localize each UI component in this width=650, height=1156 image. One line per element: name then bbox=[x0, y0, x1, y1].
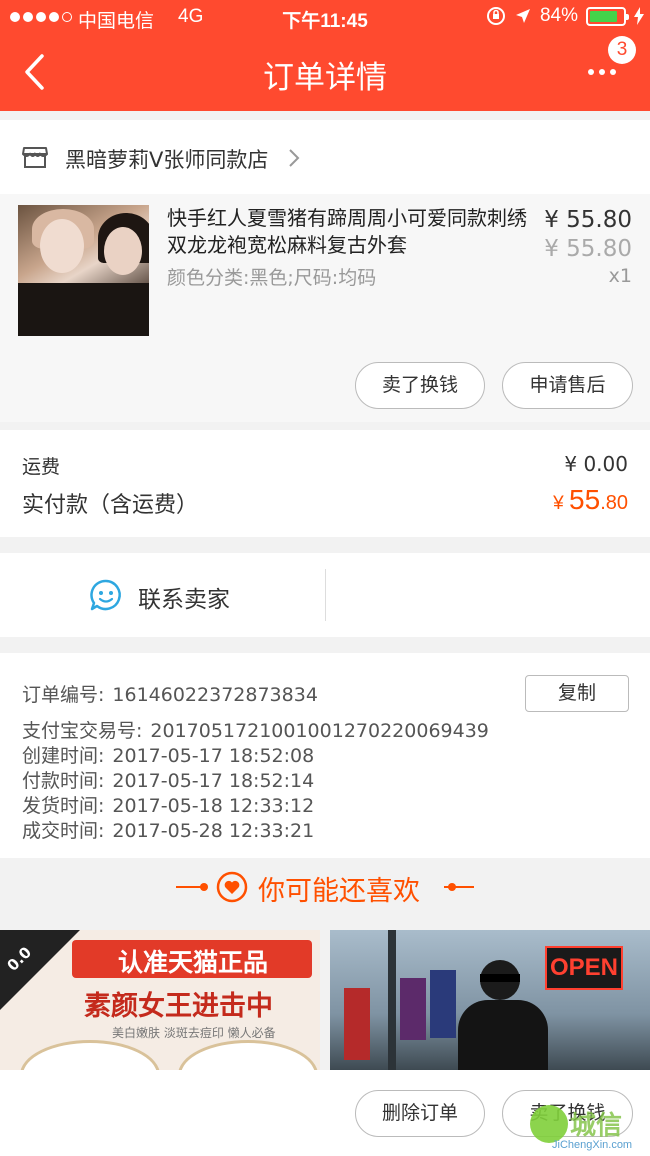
poster-image bbox=[400, 978, 426, 1040]
product-thumbnail[interactable] bbox=[18, 205, 149, 336]
shipped-time-value: 2017-05-18 12:33:12 bbox=[112, 795, 315, 817]
pillar bbox=[388, 930, 396, 1070]
chat-bubble-icon bbox=[90, 579, 121, 611]
product-jar-image bbox=[20, 1040, 160, 1070]
rec1-headline: 素颜女王进击中 bbox=[84, 991, 273, 1022]
rec1-banner-text: 认准天猫正品 bbox=[117, 948, 268, 977]
watermark-text: 城信 bbox=[570, 1111, 623, 1141]
resell-button[interactable]: 卖了换钱 bbox=[355, 362, 485, 409]
paid-label: 实付款（含运费） bbox=[22, 493, 199, 518]
watermark: 城信 JiChengXin.com bbox=[530, 1103, 648, 1153]
product-item[interactable]: 快手红人夏雪猪有蹄周周小可爱同款刺绣双龙龙袍宽松麻料复古外套 颜色分类:黑色;尺… bbox=[0, 194, 650, 422]
poster-image bbox=[430, 970, 456, 1038]
paid-time-value: 2017-05-17 18:52:14 bbox=[112, 770, 315, 792]
product-price: ¥ 55.80 bbox=[544, 207, 632, 233]
divider bbox=[200, 883, 208, 891]
after-sale-button[interactable]: 申请售后 bbox=[502, 362, 633, 409]
page-title: 订单详情 bbox=[263, 60, 387, 96]
completed-time-row: 成交时间: 2017-05-28 12:33:21 bbox=[22, 816, 314, 843]
paid-currency: ¥ bbox=[553, 493, 570, 514]
created-time-label: 创建时间: bbox=[22, 745, 105, 767]
order-number-label: 订单编号: bbox=[22, 684, 105, 706]
contact-seller-button[interactable]: 联系卖家 bbox=[0, 553, 325, 637]
paid-decimal: .80 bbox=[600, 492, 628, 514]
paid-integer: 55 bbox=[569, 484, 601, 515]
poster-image bbox=[344, 988, 370, 1060]
product-original-price: ¥ 55.80 bbox=[544, 236, 632, 262]
product-jar-image bbox=[178, 1040, 318, 1070]
recommend-title: 你可能还喜欢 bbox=[258, 876, 420, 907]
shipping-value: ¥ 0.00 bbox=[564, 452, 628, 476]
top-bar: 中国电信 4G 下午11:45 84% 订单详情 3 bbox=[0, 0, 650, 111]
fee-summary: 运费 ¥ 0.00 实付款（含运费） ¥ 55.80 bbox=[0, 430, 650, 537]
orientation-lock-icon bbox=[486, 7, 505, 25]
model-figure bbox=[458, 1000, 548, 1070]
created-time-row: 创建时间: 2017-05-17 18:52:08 bbox=[22, 741, 314, 768]
shop-row[interactable]: 黑暗萝莉V张师同款店 bbox=[0, 120, 650, 194]
divider bbox=[444, 886, 474, 888]
alipay-trade-label: 支付宝交易号: bbox=[22, 720, 143, 742]
heart-icon bbox=[216, 871, 248, 903]
battery-fill bbox=[590, 10, 617, 22]
rec1-subtext: 美白嫩肤 淡斑去痘印 懒人必备 bbox=[112, 1026, 276, 1040]
charging-bolt-icon bbox=[634, 7, 644, 25]
watermark-logo-icon bbox=[530, 1105, 568, 1143]
completed-time-value: 2017-05-28 12:33:21 bbox=[112, 820, 315, 842]
paid-time-label: 付款时间: bbox=[22, 770, 105, 792]
watermark-url: JiChengXin.com bbox=[552, 1139, 633, 1151]
status-icons: 84% bbox=[486, 5, 644, 27]
copy-button[interactable]: 复制 bbox=[525, 675, 629, 712]
paid-time-row: 付款时间: 2017-05-17 18:52:14 bbox=[22, 766, 314, 793]
sunglasses bbox=[480, 974, 520, 982]
paid-amount: ¥ 55.80 bbox=[553, 484, 628, 516]
product-title[interactable]: 快手红人夏雪猪有蹄周周小可爱同款刺绣双龙龙袍宽松麻料复古外套 bbox=[167, 205, 537, 259]
shipped-time-row: 发货时间: 2017-05-18 12:33:12 bbox=[22, 791, 314, 818]
open-sign: OPEN bbox=[545, 946, 623, 990]
product-quantity: x1 bbox=[608, 265, 632, 287]
shipped-time-label: 发货时间: bbox=[22, 795, 105, 817]
alipay-trade-row: 支付宝交易号: 2017051721001001270220069439 bbox=[22, 716, 489, 743]
order-info: 订单编号: 16146022372873834 复制 支付宝交易号: 2017051… bbox=[0, 653, 650, 858]
divider bbox=[325, 569, 326, 621]
created-time-value: 2017-05-17 18:52:08 bbox=[112, 745, 315, 767]
order-number-value: 16146022372873834 bbox=[112, 684, 318, 706]
more-dots-icon bbox=[588, 69, 616, 75]
recommend-item-1[interactable]: 认准天猫正品 素颜女王进击中 美白嫩肤 淡斑去痘印 懒人必备 0.0 bbox=[0, 930, 320, 1070]
recommend-header: 你可能还喜欢 bbox=[0, 858, 650, 930]
product-spec: 颜色分类:黑色;尺码:均码 bbox=[167, 267, 377, 289]
contact-seller-label: 联系卖家 bbox=[138, 587, 230, 613]
status-bar: 中国电信 4G 下午11:45 84% bbox=[0, 0, 650, 36]
shop-icon bbox=[22, 147, 48, 168]
alipay-trade-value: 2017051721001001270220069439 bbox=[150, 720, 489, 742]
order-number-row: 订单编号: 16146022372873834 bbox=[22, 680, 318, 707]
location-arrow-icon bbox=[515, 9, 530, 23]
completed-time-label: 成交时间: bbox=[22, 820, 105, 842]
message-count-badge: 3 bbox=[608, 36, 636, 64]
battery-percent: 84% bbox=[539, 5, 578, 26]
delete-order-button[interactable]: 删除订单 bbox=[355, 1090, 485, 1137]
shop-name[interactable]: 黑暗萝莉V张师同款店 bbox=[65, 144, 268, 174]
chevron-right-icon bbox=[289, 149, 300, 167]
recommend-item-2[interactable]: OPEN bbox=[330, 930, 650, 1070]
contact-section: 联系卖家 bbox=[0, 553, 650, 637]
battery-icon bbox=[586, 6, 629, 26]
shipping-label: 运费 bbox=[22, 456, 61, 478]
